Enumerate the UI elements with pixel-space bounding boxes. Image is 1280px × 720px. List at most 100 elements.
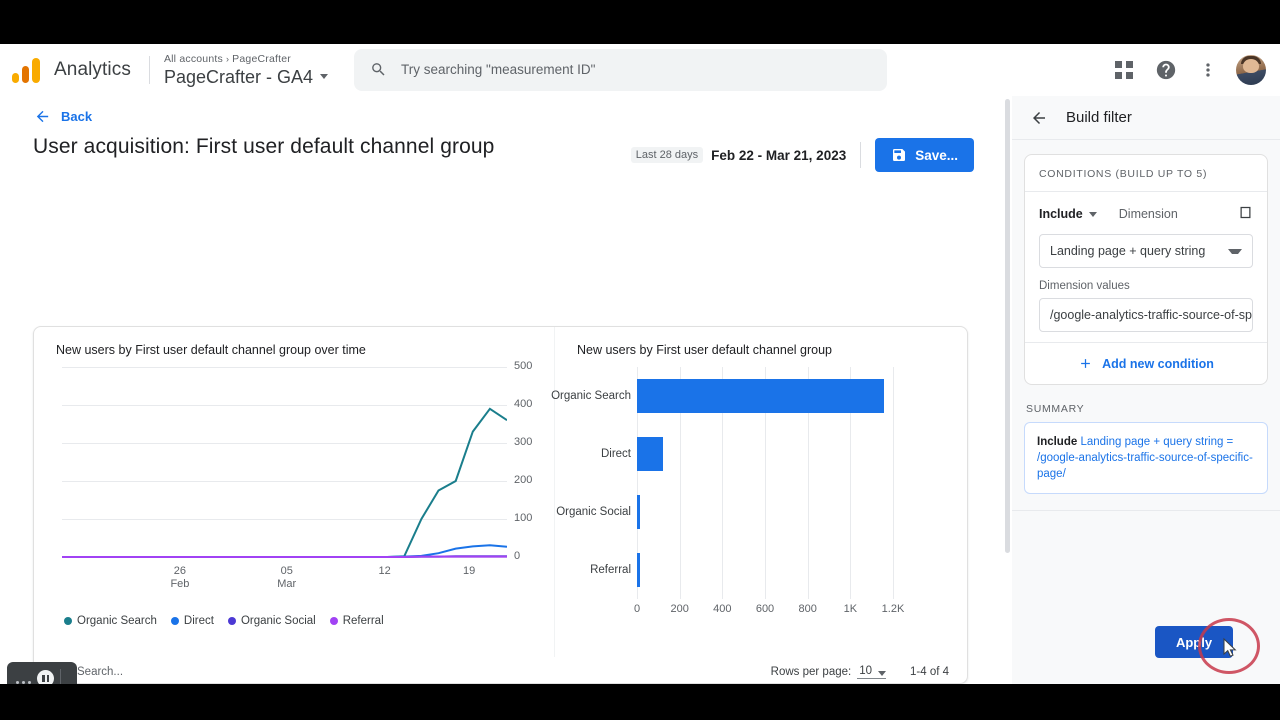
chevron-right-icon[interactable]: › xyxy=(68,679,73,684)
apply-button[interactable]: Apply xyxy=(1155,626,1233,658)
back-label: Back xyxy=(61,109,93,124)
summary-box: Include Landing page + query string = /g… xyxy=(1024,422,1268,494)
y-axis-tick: 200 xyxy=(514,474,533,486)
bar-category-label: Organic Social xyxy=(556,506,631,518)
property-name[interactable]: PageCrafter - GA4 xyxy=(164,66,328,88)
x-axis-tick: 1.2K xyxy=(881,603,905,615)
divider xyxy=(60,669,61,684)
divider xyxy=(860,142,862,168)
search-placeholder: Try searching "measurement ID" xyxy=(401,62,596,77)
legend-label: Referral xyxy=(342,615,384,627)
help-icon[interactable] xyxy=(1148,52,1184,88)
bar[interactable] xyxy=(637,495,640,529)
apps-grid-icon[interactable] xyxy=(1106,52,1142,88)
plus-icon xyxy=(1081,359,1090,368)
dimension-select[interactable]: Landing page + query string xyxy=(1039,234,1253,268)
back-arrow-icon[interactable] xyxy=(1030,109,1048,127)
add-new-condition-button[interactable]: Add new condition xyxy=(1025,342,1267,384)
condition-controls: Include Dimension xyxy=(1039,205,1253,223)
line-chart-legend: Organic Search Direct Organic Social Referr… xyxy=(64,615,384,627)
bar[interactable] xyxy=(637,437,663,471)
line-chart-plot[interactable]: 500 400 300 200 100 0 xyxy=(62,360,532,562)
search-icon xyxy=(372,63,385,76)
dimension-values-select[interactable]: /google-analytics-traffic-source-of-spe xyxy=(1039,298,1253,332)
gridline xyxy=(893,367,894,599)
conditions-card: CONDITIONS (BUILD UP TO 5) Include Dimen… xyxy=(1024,154,1268,385)
x-axis-tick: 200 xyxy=(670,603,689,615)
build-filter-panel: Build filter CONDITIONS (BUILD UP TO 5) … xyxy=(1012,96,1280,684)
chevron-down-icon[interactable] xyxy=(1088,211,1097,217)
line-series-group xyxy=(62,407,507,558)
breadcrumb-child: PageCrafter xyxy=(232,52,291,65)
chevron-down-icon xyxy=(320,74,328,79)
breadcrumb: All accounts › PageCrafter xyxy=(164,52,328,66)
bar[interactable] xyxy=(637,553,640,587)
search-input[interactable]: Try searching "measurement ID" xyxy=(354,48,887,91)
trash-icon[interactable] xyxy=(1238,205,1253,223)
table-search-input[interactable]: Search... xyxy=(77,666,123,678)
analytics-logo-icon xyxy=(12,57,46,83)
drag-handle-icon[interactable] xyxy=(16,680,31,685)
rows-per-page-label: Rows per page: xyxy=(770,665,852,678)
date-controls: Last 28 days Feb 22 - Mar 21, 2023 Save.… xyxy=(630,138,1004,172)
match-type-select[interactable]: Include xyxy=(1039,207,1083,221)
bar[interactable] xyxy=(637,379,885,413)
x-axis-tick: 400 xyxy=(713,603,732,615)
bar-chart-panel: New users by First user default channel … xyxy=(551,327,967,657)
recorder-buttons xyxy=(37,669,54,684)
title-row: User acquisition: First user default cha… xyxy=(0,125,1004,172)
legend-color-dot xyxy=(329,617,338,625)
summary-prefix: Include xyxy=(1037,436,1078,448)
x-axis-tick: 1K xyxy=(843,603,858,615)
more-options-icon[interactable] xyxy=(1190,52,1226,88)
x-axis-tick: 12 xyxy=(378,565,391,577)
app-window: Analytics All accounts › PageCrafter PageC… xyxy=(0,44,1280,684)
condition-row: Include Dimension Landing page + query s… xyxy=(1025,192,1267,342)
table-toolbar: Search... Rows per page: 10 1-4 of 4 xyxy=(34,658,967,684)
save-button[interactable]: Save... xyxy=(875,138,974,172)
legend-item[interactable]: Referral xyxy=(329,615,384,627)
charts-row: New users by First user default channel … xyxy=(34,327,967,657)
line-chart-panel: New users by First user default channel … xyxy=(34,327,554,657)
rows-per-page: Rows per page: 10 1-4 of 4 xyxy=(771,665,949,679)
x-axis-tick: 26 Feb xyxy=(170,565,190,590)
account-selector[interactable]: All accounts › PageCrafter PageCrafter - G… xyxy=(164,52,328,88)
y-axis-tick: 300 xyxy=(514,436,533,448)
date-range-label[interactable]: Feb 22 - Mar 21, 2023 xyxy=(711,148,846,163)
legend-label: Organic Search xyxy=(77,615,157,627)
panel-header: Build filter xyxy=(1012,96,1280,140)
x-axis-tick: 800 xyxy=(798,603,817,615)
legend-color-dot xyxy=(227,617,236,625)
rows-per-page-value: 10 xyxy=(859,664,872,677)
legend-label: Direct xyxy=(183,615,214,627)
legend-item[interactable]: Organic Search xyxy=(64,615,157,627)
y-axis-tick: 500 xyxy=(514,360,533,372)
legend-item[interactable]: Direct xyxy=(170,615,214,627)
top-bar-actions xyxy=(1106,52,1280,88)
line-series xyxy=(62,544,507,558)
bar-chart-plot[interactable]: 0 200 400 600 800 1K 1.2K Organic Search Direct O… xyxy=(551,367,907,617)
avatar[interactable] xyxy=(1236,54,1266,85)
rows-per-page-select[interactable]: 10 xyxy=(857,665,886,679)
pause-icon[interactable] xyxy=(37,669,54,684)
x-axis-tick: 600 xyxy=(755,603,775,615)
save-icon xyxy=(893,149,906,161)
vertical-scrollbar[interactable] xyxy=(1004,96,1011,684)
back-button[interactable]: Back xyxy=(0,96,1004,125)
legend-item[interactable]: Organic Social xyxy=(227,615,316,627)
screen-recorder-widget[interactable]: › xyxy=(7,662,77,684)
back-arrow-icon xyxy=(36,110,49,123)
bar-chart-title: New users by First user default channel … xyxy=(577,343,832,357)
chevron-down-icon xyxy=(878,670,886,676)
scope-label: Dimension xyxy=(1118,207,1178,221)
date-preset-badge[interactable]: Last 28 days xyxy=(630,147,704,163)
add-new-condition-label: Add new condition xyxy=(1102,356,1214,371)
panel-title: Build filter xyxy=(1066,109,1132,126)
breadcrumb-separator: › xyxy=(225,53,230,64)
charts-card: New users by First user default channel … xyxy=(33,326,968,684)
x-axis-tick: 19 xyxy=(463,565,476,577)
y-axis-tick: 0 xyxy=(514,550,521,562)
chevron-down-icon xyxy=(1228,248,1242,254)
legend-label: Organic Social xyxy=(240,615,316,627)
brand-label: Analytics xyxy=(54,58,131,80)
